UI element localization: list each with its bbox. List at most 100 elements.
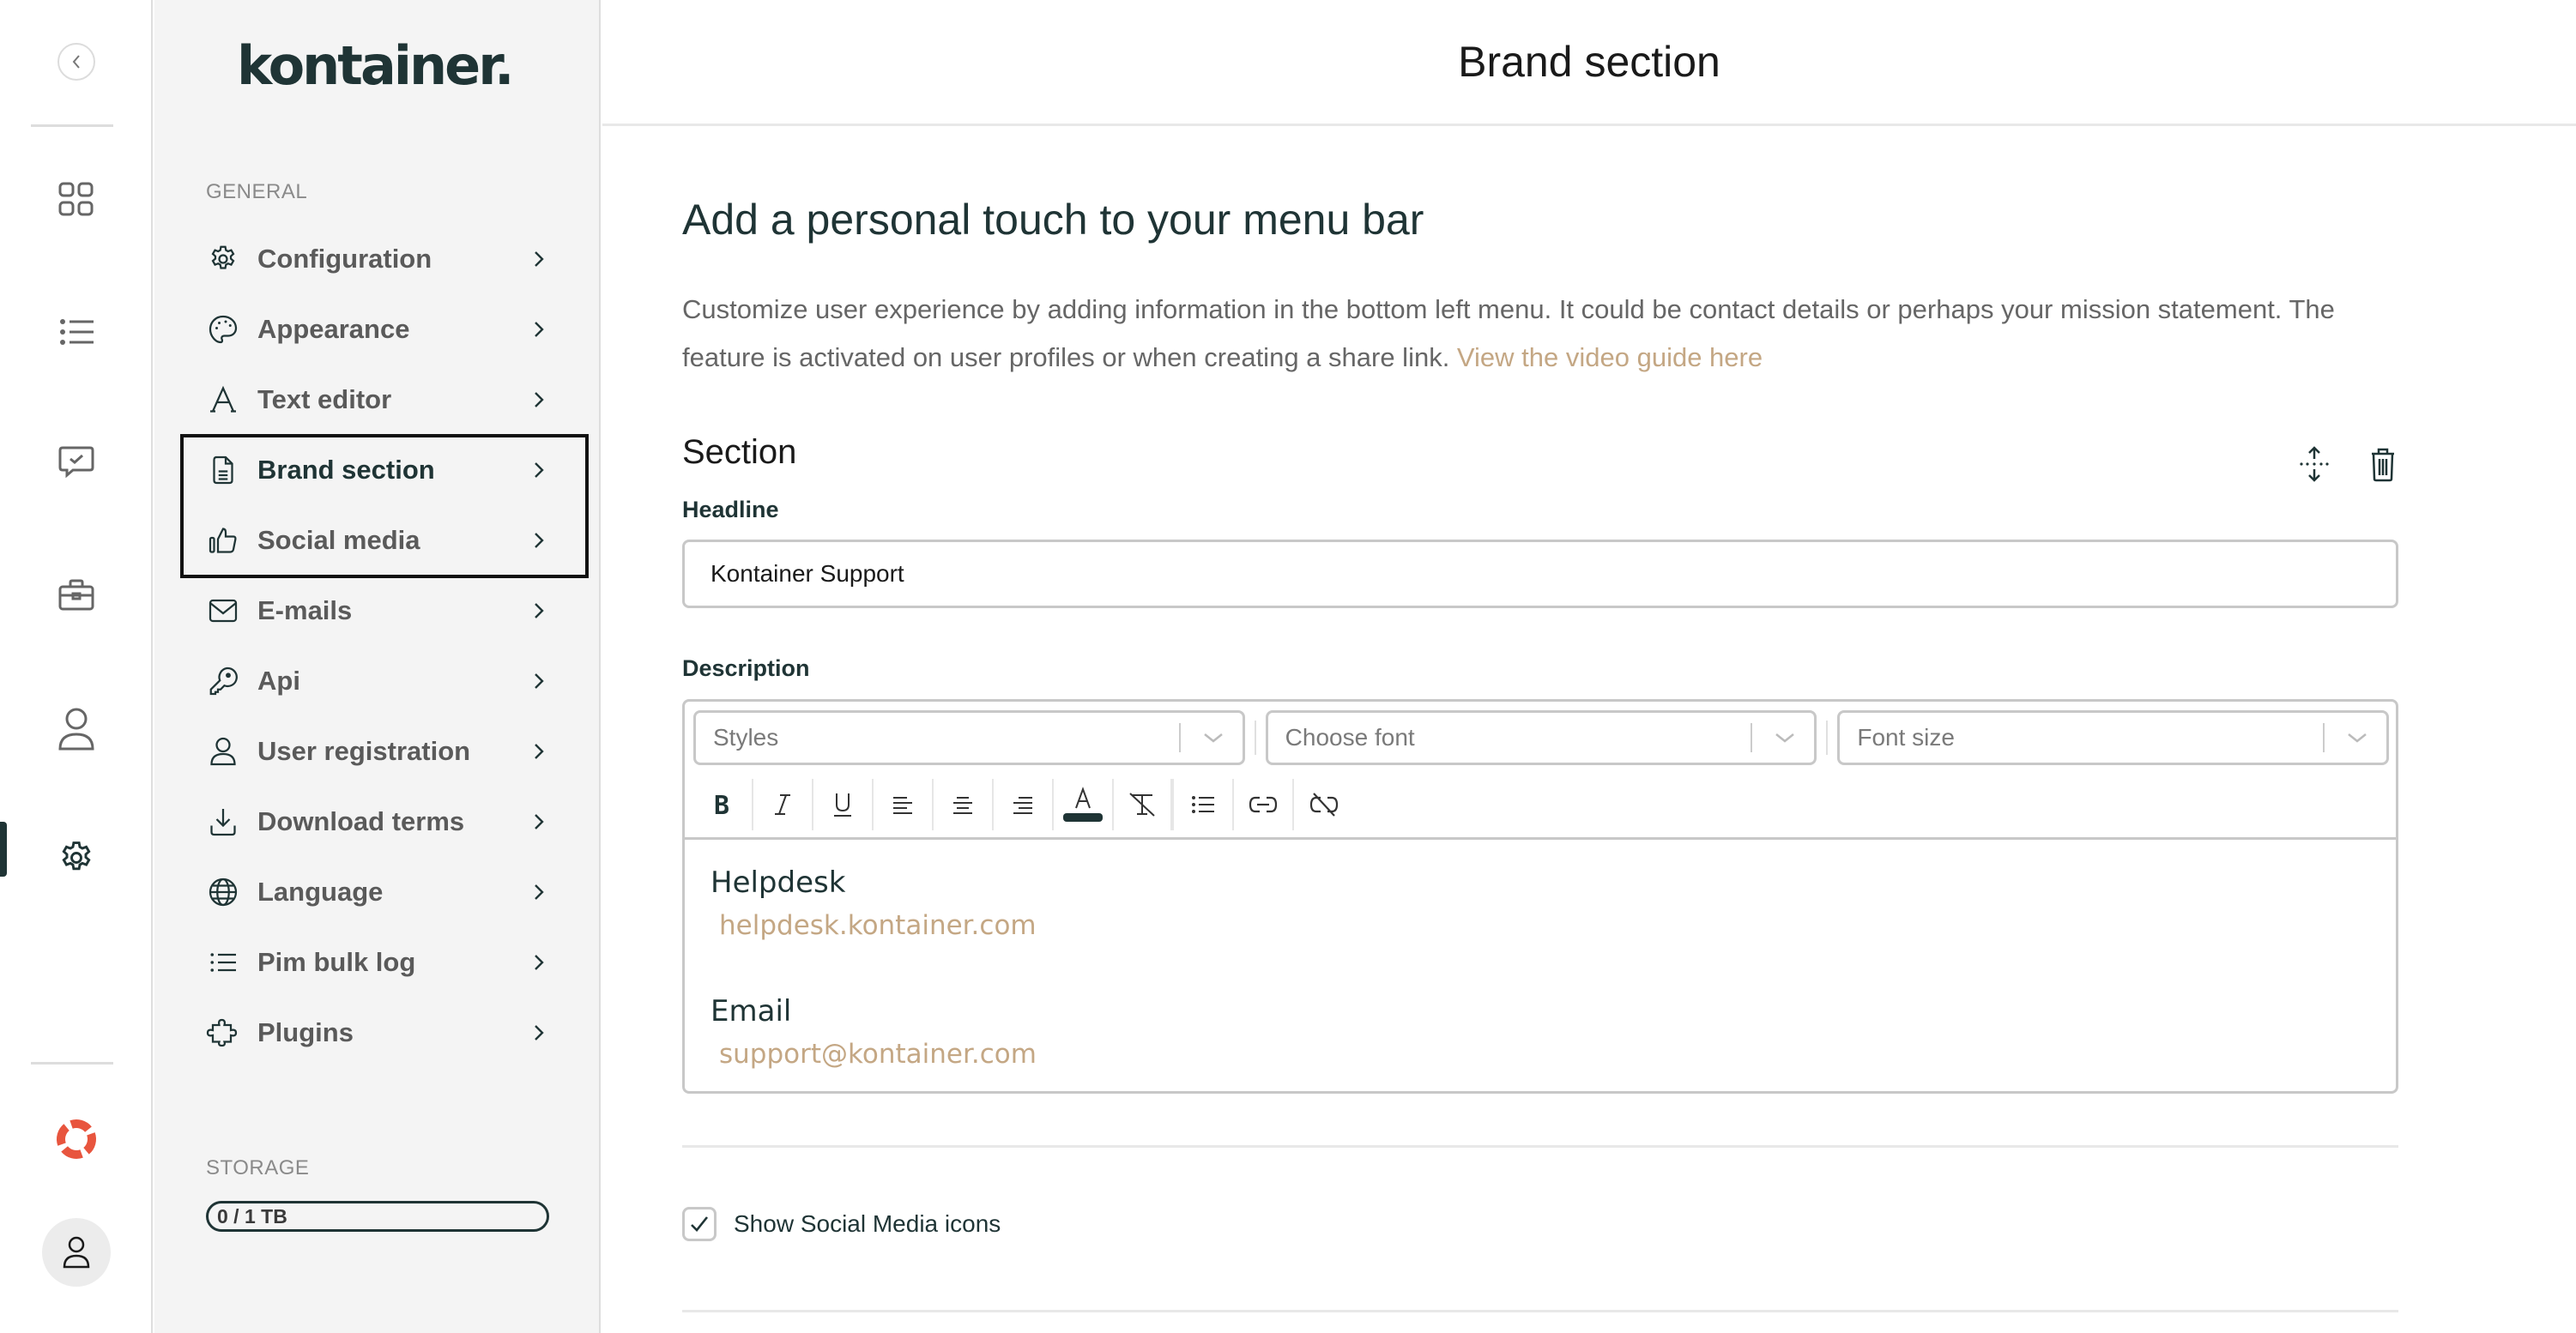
description-editor: Styles Choose font Font size B Helpdesk … (682, 699, 2398, 1094)
video-guide-link[interactable]: View the video guide here (1457, 342, 1763, 372)
font-size-select-value: Font size (1857, 724, 1955, 751)
link-button[interactable] (1234, 779, 1294, 830)
rail-divider (31, 124, 113, 127)
logo: kontainer. (237, 34, 515, 97)
user-avatar-button[interactable] (0, 1218, 153, 1287)
clear-format-button[interactable] (1114, 779, 1174, 830)
unlink-icon (1309, 793, 1339, 817)
rail-item-portfolio[interactable] (0, 575, 153, 618)
help-button[interactable] (0, 1115, 153, 1163)
chevron-right-icon (529, 811, 549, 832)
underline-button[interactable] (813, 779, 874, 830)
align-right-button[interactable] (994, 779, 1054, 830)
editor-content[interactable]: Helpdesk helpdesk.kontainer.com Email su… (711, 861, 2375, 1076)
collapse-sidebar-button[interactable] (0, 41, 153, 82)
icon-rail (0, 0, 153, 1333)
rail-item-dashboard[interactable] (0, 178, 153, 221)
nav-item-text-editor[interactable]: Text editor (206, 374, 549, 425)
main-content: Brand section Add a personal touch to yo… (602, 0, 2576, 1333)
toolbar-separator (1826, 721, 1829, 755)
editor-toolbar-selects: Styles Choose font Font size (693, 710, 2390, 765)
nav-item-label: E-mails (257, 595, 353, 625)
chevron-right-icon (529, 671, 549, 691)
chevron-down-icon (1198, 727, 1229, 748)
font-select-value: Choose font (1285, 724, 1415, 751)
storage-bar: 0 / 1 TB (206, 1201, 549, 1232)
grid-icon (58, 182, 94, 216)
align-center-icon (953, 797, 972, 814)
nav-item-configuration[interactable]: Configuration (206, 233, 549, 285)
rail-item-lists[interactable] (0, 311, 153, 353)
styles-select-value: Styles (713, 724, 779, 751)
select-separator (2323, 723, 2325, 752)
nav-item-label: Appearance (257, 314, 410, 344)
nav-item-plugins[interactable]: Plugins (206, 1007, 549, 1059)
gear-icon (206, 242, 240, 276)
nav-item-api[interactable]: Api (206, 655, 549, 707)
editor-link[interactable]: support@kontainer.com (711, 1033, 2375, 1076)
text-color-button[interactable] (1054, 779, 1114, 830)
italic-button[interactable] (753, 779, 813, 830)
rail-item-settings[interactable] (0, 836, 153, 879)
chevron-right-icon (529, 249, 549, 269)
nav-item-e-mails[interactable]: E-mails (206, 585, 549, 636)
chevron-right-icon (529, 389, 549, 410)
svg-text:B: B (714, 792, 729, 817)
editor-line: Helpdesk (711, 866, 846, 900)
storage-section-label: STORAGE (206, 1156, 310, 1179)
nav-item-label: Configuration (257, 244, 432, 274)
nav-item-label: Pim bulk log (257, 947, 416, 977)
trash-icon (2372, 448, 2394, 482)
nav-item-user-registration[interactable]: User registration (206, 726, 549, 777)
font-select[interactable]: Choose font (1265, 710, 1817, 765)
font-icon (206, 383, 240, 417)
styles-select[interactable]: Styles (693, 710, 1245, 765)
show-social-media-option[interactable]: Show Social Media icons (682, 1207, 1001, 1241)
nav-item-download-terms[interactable]: Download terms (206, 796, 549, 847)
user-icon (206, 734, 240, 769)
gear-icon (62, 841, 91, 871)
show-social-media-checkbox[interactable] (682, 1207, 717, 1241)
move-section-button[interactable] (2299, 445, 2330, 483)
intro-text: Customize user experience by adding info… (682, 286, 2381, 382)
bullet-list-button[interactable] (1174, 779, 1234, 830)
section-title: Section (682, 433, 797, 471)
page-header: Brand section (602, 0, 2576, 126)
underline-icon (834, 793, 851, 817)
nav-item-language[interactable]: Language (206, 866, 549, 918)
nav-item-pim-bulk-log[interactable]: Pim bulk log (206, 937, 549, 988)
bold-button[interactable]: B (693, 779, 753, 830)
app: kontainer. GENERAL Configuration Appearan… (0, 0, 2576, 1333)
align-center-button[interactable] (934, 779, 994, 830)
chevron-right-icon (529, 882, 549, 902)
user-icon (58, 708, 94, 751)
nav-item-label: Language (257, 877, 384, 907)
headline-input[interactable] (682, 540, 2398, 608)
page-title: Brand section (1458, 38, 1720, 86)
list-icon (60, 319, 94, 345)
align-left-button[interactable] (874, 779, 934, 830)
user-icon (63, 1236, 90, 1269)
palette-icon (206, 312, 240, 347)
move-vertical-icon (2300, 446, 2329, 482)
select-separator (1751, 723, 1753, 752)
nav-item-appearance[interactable]: Appearance (206, 304, 549, 355)
nav-item-label: Plugins (257, 1017, 354, 1047)
chevron-right-icon (529, 319, 549, 340)
envelope-icon (206, 594, 240, 628)
avatar (42, 1218, 111, 1287)
list-icon (206, 945, 240, 980)
delete-section-button[interactable] (2367, 445, 2398, 483)
editor-link[interactable]: helpdesk.kontainer.com (711, 904, 2375, 947)
font-size-select[interactable]: Font size (1837, 710, 2390, 765)
unlink-button[interactable] (1294, 779, 1354, 830)
divider (682, 1145, 2398, 1148)
link-icon (1249, 796, 1278, 813)
rail-item-approvals[interactable] (0, 442, 153, 485)
nav-item-label: Api (257, 666, 300, 696)
highlight-box (180, 434, 589, 578)
storage-value: 0 / 1 TB (217, 1204, 287, 1227)
chevron-right-icon (529, 1022, 549, 1043)
rail-item-users[interactable] (0, 705, 153, 753)
align-right-icon (1013, 797, 1032, 814)
